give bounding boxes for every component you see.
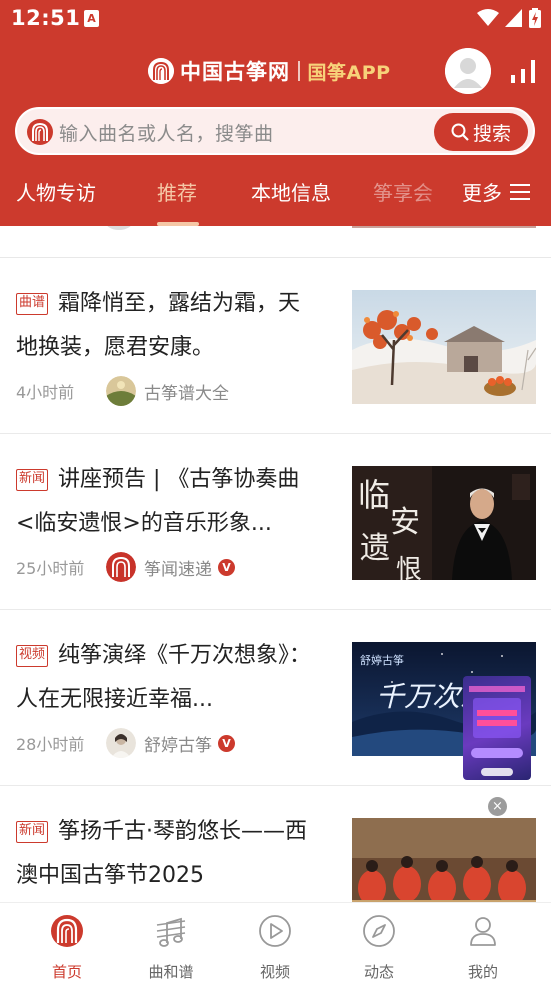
nav-home-label: 首页 [51, 963, 82, 981]
previous-item-partial[interactable] [0, 226, 551, 258]
video-play-icon [259, 915, 291, 947]
avatar [106, 728, 136, 758]
search-bar[interactable]: 输入曲名或人名，搜筝曲 搜索 [15, 107, 535, 155]
floating-promo-banner[interactable] [463, 676, 531, 780]
notification-icon: A [84, 10, 99, 27]
category-badge: 新闻 [16, 821, 49, 843]
more-tabs-button[interactable]: 更多 [462, 177, 530, 206]
nav-home[interactable]: 首页 [27, 913, 107, 981]
list-item[interactable]: 曲谱 霜降悄至，露结为霜，天地换装，愿君安康。 4小时前 古筝谱大全 [0, 258, 551, 434]
close-promo-button[interactable]: × [488, 797, 507, 816]
source-name[interactable]: 筝闻速递 [144, 555, 212, 580]
system-status-icons [477, 8, 541, 28]
status-bar: 12:51 A [0, 0, 551, 38]
nav-profile-label: 我的 [467, 963, 498, 981]
app-name: 国筝APP [307, 61, 391, 84]
bar-chart-icon[interactable] [510, 58, 538, 84]
nav-video-label: 视频 [259, 963, 290, 981]
profile-icon [470, 917, 496, 946]
article-title: 曲谱 霜降悄至，露结为霜，天地换装，愿君安康。 [16, 282, 316, 370]
category-badge: 曲谱 [16, 293, 49, 315]
thumb-calligraphy-1: 临 [358, 476, 390, 514]
tab-recommended[interactable]: 推荐 [157, 177, 197, 206]
thumb-calligraphy-4: 恨 [396, 555, 422, 580]
publish-time: 28小时前 [16, 735, 85, 754]
battery-icon [529, 8, 541, 28]
user-avatar-icon[interactable] [445, 48, 491, 94]
search-button[interactable]: 搜索 [434, 113, 528, 151]
status-time: 12:51 [11, 6, 81, 30]
article-title: 视频 纯筝演绎《千万次想象》：人在无限接近幸福... [16, 634, 316, 722]
verified-badge-icon: V [218, 734, 235, 752]
publish-time: 4小时前 [16, 383, 75, 402]
article-meta: 28小时前 舒婷古筝 V [16, 728, 235, 758]
wifi-icon [477, 9, 499, 26]
article-title-text: 纯筝演绎《千万次想象》：人在无限接近幸福... [16, 643, 312, 712]
signal-icon [505, 9, 522, 27]
nav-music-score-label: 曲和谱 [148, 963, 194, 981]
more-label: 更多 [462, 181, 502, 205]
nav-profile[interactable]: 我的 [443, 913, 523, 981]
compass-icon [363, 915, 395, 947]
brand-logo: 中国古筝网 国筝APP [148, 56, 391, 86]
nav-video[interactable]: 视频 [235, 913, 315, 981]
category-badge: 新闻 [16, 469, 49, 491]
thumbnail-image [352, 290, 536, 404]
thumb-calligraphy-2: 安 [390, 505, 420, 540]
source-name[interactable]: 古筝谱大全 [144, 379, 229, 404]
logo-divider [298, 61, 300, 81]
article-meta: 4小时前 古筝谱大全 [16, 376, 229, 406]
article-title-text: 霜降悄至，露结为霜，天地换装，愿君安康。 [16, 291, 301, 360]
avatar [105, 226, 133, 230]
menu-icon [510, 183, 530, 200]
nav-dynamics-label: 动态 [363, 963, 394, 981]
category-tabs: 人物专访 推荐 本地信息 筝享会 更多 [0, 170, 551, 226]
article-title-text: 讲座预告 | 《古筝协奏曲<临安遗恨>的音乐形象... [16, 467, 300, 536]
avatar [106, 552, 136, 582]
list-item[interactable]: 新闻 讲座预告 | 《古筝协奏曲<临安遗恨>的音乐形象... 25小时前 筝闻速递… [0, 434, 551, 610]
search-icon [451, 123, 469, 141]
nav-dynamics[interactable]: 动态 [339, 913, 419, 981]
thumb-channel-label: 舒婷古筝 [360, 653, 404, 667]
nav-music-score[interactable]: 曲和谱 [131, 913, 211, 981]
article-meta: 25小时前 筝闻速递 V [16, 552, 235, 582]
home-logo-icon [51, 915, 83, 947]
search-input[interactable]: 输入曲名或人名，搜筝曲 [59, 119, 274, 146]
search-button-label: 搜索 [472, 122, 511, 145]
thumbnail-image: 临 安 遗 恨 [352, 466, 536, 580]
category-badge: 视频 [16, 645, 49, 667]
bottom-navigation: 首页 曲和谱 视频 动态 我的 [0, 902, 551, 981]
article-title: 新闻 筝扬千古·琴韵悠长——西澳中国古筝节2025 [16, 810, 316, 898]
avatar [106, 376, 136, 406]
thumbnail-image [352, 818, 536, 902]
guzheng-logo-icon [148, 58, 174, 84]
tab-local-info[interactable]: 本地信息 [251, 177, 331, 206]
verified-badge-icon: V [218, 558, 235, 576]
news-feed[interactable]: 曲谱 霜降悄至，露结为霜，天地换装，愿君安康。 4小时前 古筝谱大全 新闻 讲座… [0, 226, 551, 902]
article-title: 新闻 讲座预告 | 《古筝协奏曲<临安遗恨>的音乐形象... [16, 458, 316, 546]
search-logo-icon [27, 119, 53, 145]
app-header: 12:51 A 中国古筝网 国筝APP 输入曲名或人名，搜筝曲 搜索 人物专访 … [0, 0, 551, 226]
music-score-icon [156, 917, 186, 947]
thumb-calligraphy-3: 遗 [360, 531, 390, 566]
publish-time: 25小时前 [16, 559, 85, 578]
article-title-text: 筝扬千古·琴韵悠长——西澳中国古筝节2025 [16, 819, 308, 888]
tab-interviews[interactable]: 人物专访 [16, 177, 96, 206]
source-name[interactable]: 舒婷古筝 [144, 731, 212, 756]
thumbnail-image [352, 226, 536, 228]
tabs-fade-overlay [420, 170, 464, 220]
list-item[interactable]: 新闻 筝扬千古·琴韵悠长——西澳中国古筝节2025 [0, 786, 551, 902]
site-name: 中国古筝网 [180, 60, 290, 84]
